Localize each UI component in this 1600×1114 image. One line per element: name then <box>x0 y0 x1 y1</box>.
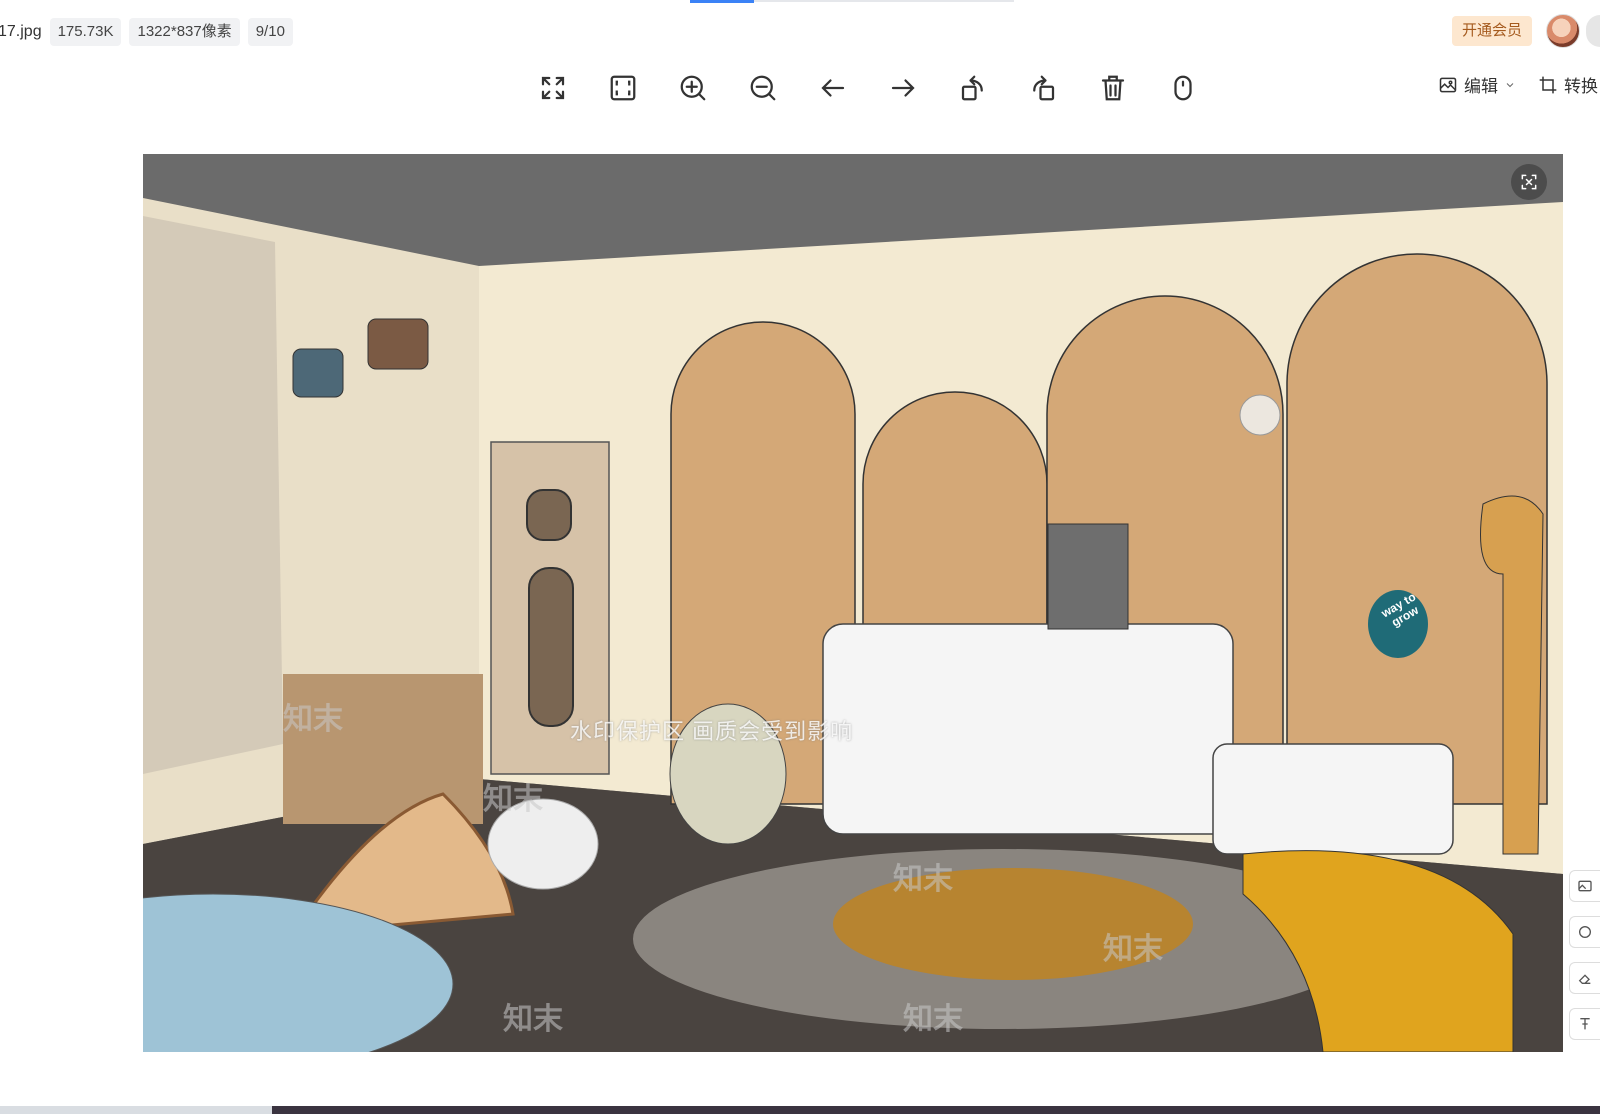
side-image-button[interactable] <box>1569 870 1600 902</box>
convert-button[interactable]: 转换 <box>1538 72 1600 97</box>
image-edit-icon <box>1439 77 1457 92</box>
rotate-left-icon <box>961 75 983 101</box>
compress-icon <box>1521 174 1537 190</box>
fullscreen-button[interactable] <box>518 68 588 108</box>
tab-track <box>754 0 1014 2</box>
eraser-icon <box>1578 974 1591 984</box>
fit-frame-icon <box>610 75 636 101</box>
crop-icon <box>1539 76 1557 93</box>
zoom-in-icon <box>680 75 706 101</box>
image-index-chip: 9/10 <box>247 18 293 46</box>
right-toolbar: 编辑 转换 <box>1438 72 1600 97</box>
side-pin-button[interactable] <box>1569 1008 1600 1040</box>
arrow-right-icon <box>891 79 915 97</box>
mouse-icon <box>1174 75 1192 101</box>
rotate-right-button[interactable] <box>1008 68 1078 108</box>
vip-button[interactable]: 开通会员 <box>1451 16 1532 46</box>
arrow-left-icon <box>821 79 845 97</box>
panel-toggle[interactable] <box>1586 15 1600 47</box>
previous-button[interactable] <box>798 68 868 108</box>
image-icon <box>1578 880 1592 892</box>
rotate-left-button[interactable] <box>938 68 1008 108</box>
thumbnail-strip[interactable] <box>0 1106 1600 1114</box>
zoom-in-button[interactable] <box>658 68 728 108</box>
image-dimensions-chip: 1322*837像素 <box>129 18 240 46</box>
file-name: 17.jpg <box>0 23 42 40</box>
next-button[interactable] <box>868 68 938 108</box>
zoom-out-button[interactable] <box>728 68 798 108</box>
side-tool-rail <box>1569 870 1600 1040</box>
trash-icon <box>1101 75 1125 101</box>
avatar[interactable] <box>1546 14 1580 48</box>
rotate-right-icon <box>1033 75 1055 101</box>
image-stage[interactable]: 知末 知末 知末 知末 知末 知末 way to grow <box>143 154 1563 1052</box>
shrink-view-button[interactable] <box>1511 164 1547 200</box>
chevron-down-icon <box>1506 82 1514 87</box>
image-toolbar <box>518 68 1218 108</box>
side-circle-button[interactable] <box>1569 916 1600 948</box>
expand-icon <box>541 76 565 100</box>
convert-label: 转换 <box>1564 77 1598 96</box>
zoom-out-icon <box>750 75 776 101</box>
playroom-rendering <box>143 154 1563 1052</box>
more-button[interactable] <box>1148 68 1218 108</box>
fit-window-button[interactable] <box>588 68 658 108</box>
file-info-bar: 17.jpg 175.73K 1322*837像素 9/10 <box>0 17 293 47</box>
pin-icon <box>1580 1018 1590 1030</box>
edit-button[interactable]: 编辑 <box>1438 72 1516 97</box>
active-tab-indicator <box>690 0 754 3</box>
thumbnail-current[interactable] <box>0 1106 272 1114</box>
account-area: 开通会员 <box>1451 14 1600 48</box>
circle-icon <box>1579 926 1591 938</box>
edit-label: 编辑 <box>1464 77 1498 96</box>
side-eraser-button[interactable] <box>1569 962 1600 994</box>
file-size-chip: 175.73K <box>49 18 122 46</box>
delete-button[interactable] <box>1078 68 1148 108</box>
